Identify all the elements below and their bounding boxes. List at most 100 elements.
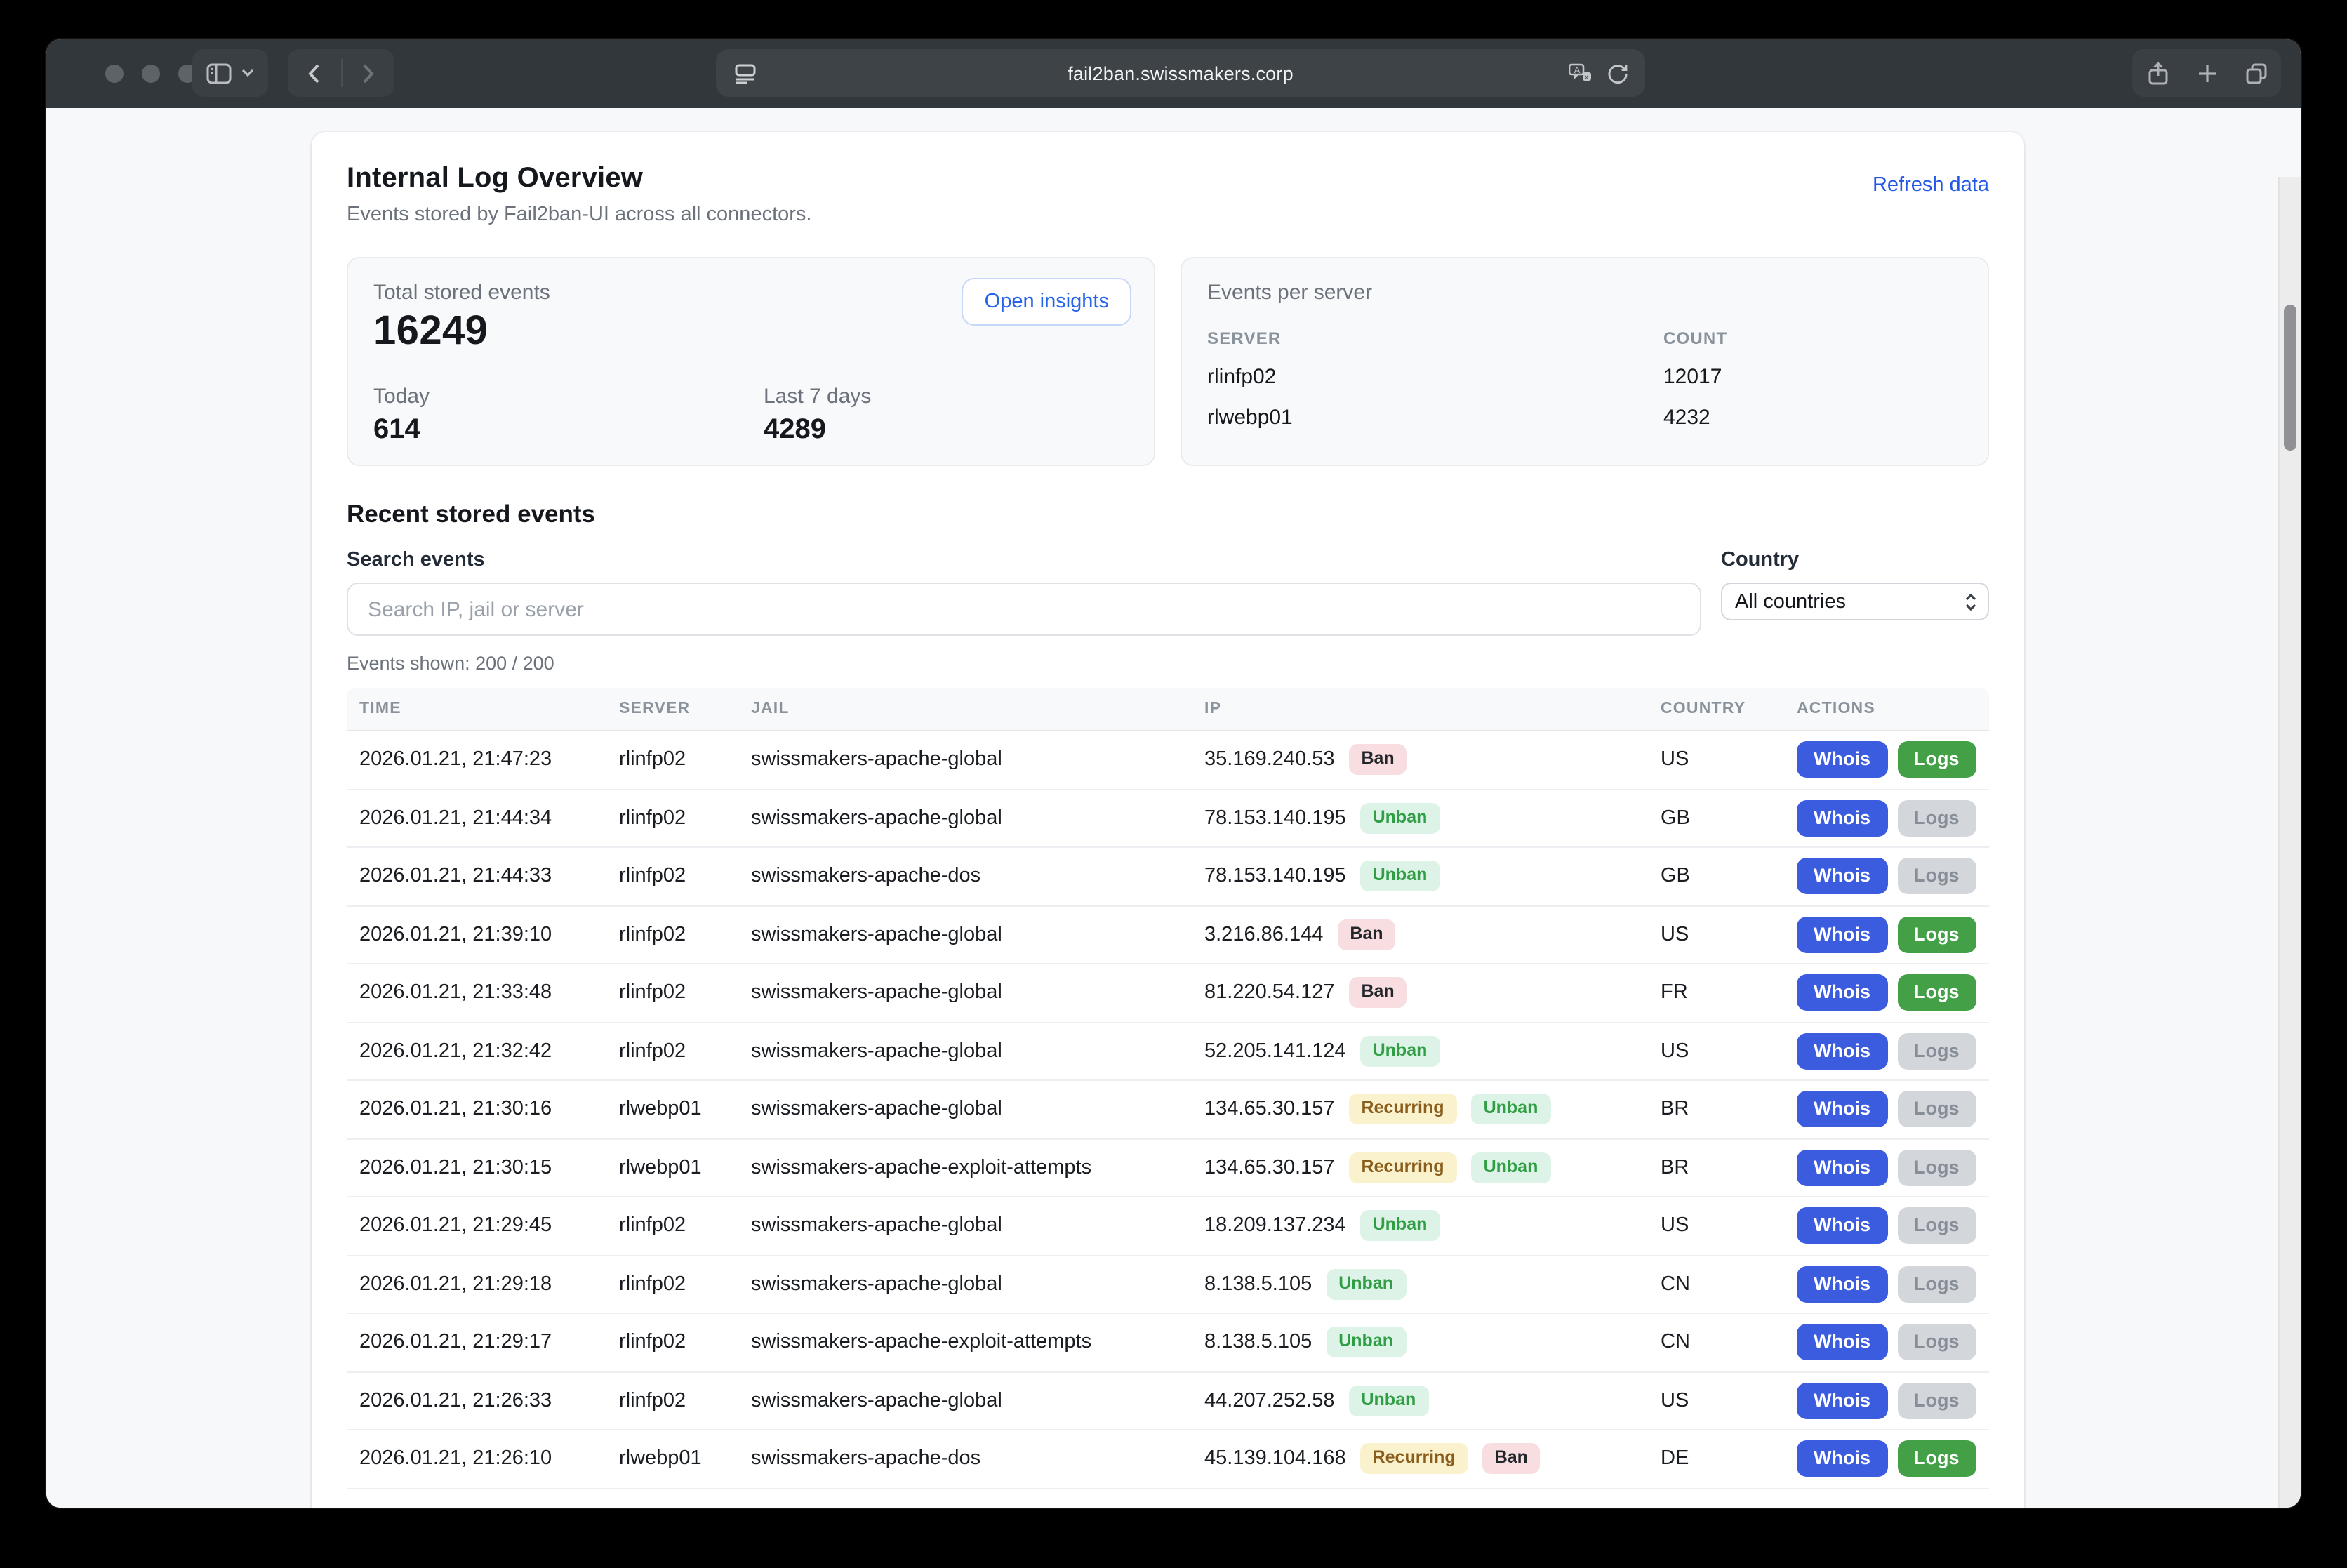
today-label: Today: [373, 385, 764, 408]
chevron-down-icon: [241, 69, 254, 77]
unban-badge: Unban: [1360, 803, 1440, 833]
server-name: rlwebp01: [1207, 406, 1663, 430]
logs-button[interactable]: Logs: [1897, 1091, 1976, 1127]
event-time: 2026.01.21, 21:32:42: [359, 1040, 619, 1063]
count-column-header: COUNT: [1663, 328, 1962, 348]
open-insights-button[interactable]: Open insights: [962, 278, 1131, 326]
page-menu-icon[interactable]: [734, 62, 757, 84]
recurring-badge: Recurring: [1348, 1094, 1456, 1124]
table-row: 2026.01.21, 21:39:10rlinfp02swissmakers-…: [347, 906, 1989, 964]
event-ip: 134.65.30.157: [1204, 1098, 1334, 1121]
table-row: 2026.01.21, 21:30:16rlwebp01swissmakers-…: [347, 1081, 1989, 1139]
whois-button[interactable]: Whois: [1797, 799, 1887, 836]
event-ip-cell: 81.220.54.127Ban: [1204, 978, 1661, 1008]
event-time: 2026.01.21, 21:26:10: [359, 1448, 619, 1470]
logs-button[interactable]: Logs: [1897, 1207, 1976, 1244]
logs-button[interactable]: Logs: [1897, 1032, 1976, 1069]
logs-button[interactable]: Logs: [1897, 916, 1976, 952]
minimize-window-button[interactable]: [142, 65, 160, 83]
event-ip: 45.139.104.168: [1204, 1448, 1346, 1470]
logs-button[interactable]: Logs: [1897, 974, 1976, 1011]
event-ip-cell: 134.65.30.157 Recurring Unban: [1204, 1094, 1661, 1124]
event-jail: swissmakers-apache-global: [751, 1273, 1204, 1296]
whois-button[interactable]: Whois: [1797, 1149, 1887, 1185]
whois-button[interactable]: Whois: [1797, 974, 1887, 1011]
event-actions: Whois Logs: [1797, 858, 1989, 894]
event-jail: swissmakers-apache-global: [751, 924, 1204, 946]
whois-button[interactable]: Whois: [1797, 1382, 1887, 1418]
event-time: 2026.01.21, 21:29:18: [359, 1273, 619, 1296]
event-jail: swissmakers-apache-dos: [751, 865, 1204, 888]
new-tab-icon[interactable]: [2198, 64, 2216, 82]
refresh-data-link[interactable]: Refresh data: [1873, 174, 1989, 197]
column-header-server: SERVER: [619, 700, 751, 717]
event-jail: swissmakers-apache-global: [751, 1040, 1204, 1063]
country-select[interactable]: All countries: [1721, 583, 1989, 620]
event-ip: 134.65.30.157: [1204, 1157, 1334, 1179]
logs-button[interactable]: Logs: [1897, 1440, 1976, 1477]
logs-button[interactable]: Logs: [1897, 1265, 1976, 1302]
whois-button[interactable]: Whois: [1797, 1265, 1887, 1302]
event-country: BR: [1661, 1157, 1797, 1179]
events-table: TIME SERVER JAIL IP COUNTRY ACTIONS 2026…: [347, 688, 1989, 1489]
translate-icon[interactable]: A x: [1569, 63, 1592, 83]
logs-button[interactable]: Logs: [1897, 858, 1976, 894]
sidebar-icon: [206, 62, 232, 84]
search-input[interactable]: [347, 583, 1701, 636]
forward-button[interactable]: [342, 49, 394, 97]
whois-button[interactable]: Whois: [1797, 1091, 1887, 1127]
recurring-badge: Recurring: [1348, 1152, 1456, 1183]
event-actions: Whois Logs: [1797, 916, 1989, 952]
country-label: Country: [1721, 549, 1989, 571]
event-time: 2026.01.21, 21:47:23: [359, 749, 619, 771]
logs-button[interactable]: Logs: [1897, 1149, 1976, 1185]
whois-button[interactable]: Whois: [1797, 858, 1887, 894]
event-time: 2026.01.21, 21:29:45: [359, 1215, 619, 1237]
event-ip: 52.205.141.124: [1204, 1040, 1346, 1063]
scrollbar-track[interactable]: [2278, 177, 2301, 1508]
unban-badge: Unban: [1471, 1094, 1551, 1124]
back-button[interactable]: [288, 49, 340, 97]
event-server: rlinfp02: [619, 865, 751, 888]
whois-button[interactable]: Whois: [1797, 741, 1887, 778]
event-ip: 81.220.54.127: [1204, 982, 1334, 1004]
event-actions: Whois Logs: [1797, 974, 1989, 1011]
unban-badge: Unban: [1360, 1211, 1440, 1241]
event-actions: Whois Logs: [1797, 1032, 1989, 1069]
event-actions: Whois Logs: [1797, 741, 1989, 778]
event-server: rlwebp01: [619, 1098, 751, 1121]
event-time: 2026.01.21, 21:39:10: [359, 924, 619, 946]
table-row: 2026.01.21, 21:26:10rlwebp01swissmakers-…: [347, 1430, 1989, 1489]
sidebar-toggle-button[interactable]: [192, 49, 268, 97]
table-row: 2026.01.21, 21:47:23rlinfp02swissmakers-…: [347, 731, 1989, 790]
whois-button[interactable]: Whois: [1797, 1032, 1887, 1069]
column-header-time: TIME: [359, 700, 619, 717]
server-name: rlinfp02: [1207, 365, 1663, 389]
share-icon[interactable]: [2147, 61, 2168, 85]
whois-button[interactable]: Whois: [1797, 1324, 1887, 1360]
reload-icon[interactable]: [1607, 62, 1628, 84]
close-window-button[interactable]: [105, 65, 124, 83]
column-header-jail: JAIL: [751, 700, 1204, 717]
whois-button[interactable]: Whois: [1797, 1440, 1887, 1477]
ban-badge: Ban: [1348, 745, 1407, 775]
logs-button[interactable]: Logs: [1897, 1324, 1976, 1360]
svg-text:x: x: [1585, 74, 1588, 81]
event-actions: Whois Logs: [1797, 1091, 1989, 1127]
scrollbar-thumb[interactable]: [2284, 305, 2296, 451]
event-server: rlinfp02: [619, 1390, 751, 1412]
whois-button[interactable]: Whois: [1797, 1207, 1887, 1244]
logs-button[interactable]: Logs: [1897, 741, 1976, 778]
table-row: 2026.01.21, 21:29:17rlinfp02swissmakers-…: [347, 1314, 1989, 1372]
event-ip: 78.153.140.195: [1204, 865, 1346, 888]
whois-button[interactable]: Whois: [1797, 916, 1887, 952]
event-country: BR: [1661, 1098, 1797, 1121]
event-time: 2026.01.21, 21:30:15: [359, 1157, 619, 1179]
svg-text:A: A: [1574, 65, 1581, 75]
tab-overview-icon[interactable]: [2245, 62, 2266, 84]
logs-button[interactable]: Logs: [1897, 1382, 1976, 1418]
table-row: 2026.01.21, 21:44:34rlinfp02swissmakers-…: [347, 790, 1989, 848]
address-bar[interactable]: fail2ban.swissmakers.corp A x: [716, 49, 1645, 97]
logs-button[interactable]: Logs: [1897, 799, 1976, 836]
event-country: US: [1661, 749, 1797, 771]
